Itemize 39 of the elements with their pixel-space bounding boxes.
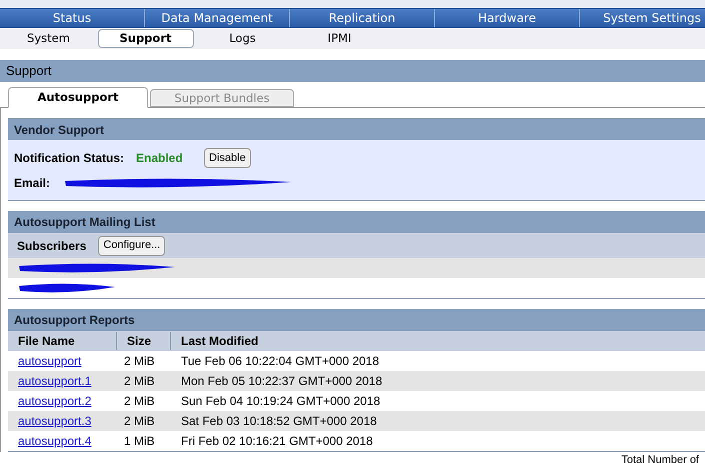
nav-tab[interactable]: Replication	[290, 9, 435, 27]
total-count-label: Total Number of	[621, 453, 699, 463]
table-cell: Sat Feb 03 10:18:52 GMT+000 2018	[181, 414, 377, 428]
table-cell: Mon Feb 05 10:22:37 GMT+000 2018	[181, 374, 382, 388]
table-cell: Fri Feb 02 10:16:21 GMT+000 2018	[181, 434, 373, 448]
subnav-tab[interactable]: Logs	[225, 30, 260, 48]
subnav-tab[interactable]: Support	[98, 28, 194, 48]
subscribers-label: Subscribers	[17, 238, 86, 254]
nav-tab[interactable]: Data Management	[145, 9, 290, 27]
subnav-tab[interactable]: IPMI	[324, 30, 356, 48]
column-header[interactable]: Size	[127, 334, 152, 348]
table-cell: 2 MiB	[124, 414, 155, 428]
email-label: Email:	[14, 175, 52, 192]
table-cell: 2 MiB	[124, 374, 155, 388]
table-cell: 2 MiB	[124, 394, 155, 408]
section-header: Vendor Support	[8, 118, 705, 140]
column-header[interactable]: File Name	[18, 334, 75, 348]
page-header: Support	[0, 60, 705, 82]
file-link[interactable]: autosupport	[18, 354, 82, 368]
tab[interactable]: Autosupport	[8, 87, 148, 108]
table-cell: Tue Feb 06 10:22:04 GMT+000 2018	[181, 354, 380, 368]
nav-tab[interactable]: Status	[0, 9, 145, 27]
nav-tab[interactable]: Hardware	[435, 9, 580, 27]
table-cell: 1 MiB	[124, 434, 155, 448]
disable-button[interactable]: Disable	[204, 148, 251, 168]
file-link[interactable]: autosupport.4	[18, 434, 92, 448]
notification-status-label: Notification Status:	[14, 150, 125, 167]
configure-button[interactable]: Configure...	[98, 236, 166, 256]
file-link[interactable]: autosupport.1	[18, 374, 92, 388]
table-cell: Sun Feb 04 10:19:24 GMT+000 2018	[181, 394, 380, 408]
section-header: Autosupport Mailing List	[8, 211, 705, 233]
table-cell: 2 MiB	[124, 354, 155, 368]
column-header[interactable]: Last Modified	[181, 334, 258, 348]
file-link[interactable]: autosupport.3	[18, 414, 92, 428]
file-link[interactable]: autosupport.2	[18, 394, 92, 408]
nav-tab[interactable]: System Settings	[580, 9, 705, 27]
section-header: Autosupport Reports	[8, 309, 705, 331]
subnav-tab[interactable]: System	[23, 30, 74, 48]
status-value: Enabled	[136, 150, 184, 167]
